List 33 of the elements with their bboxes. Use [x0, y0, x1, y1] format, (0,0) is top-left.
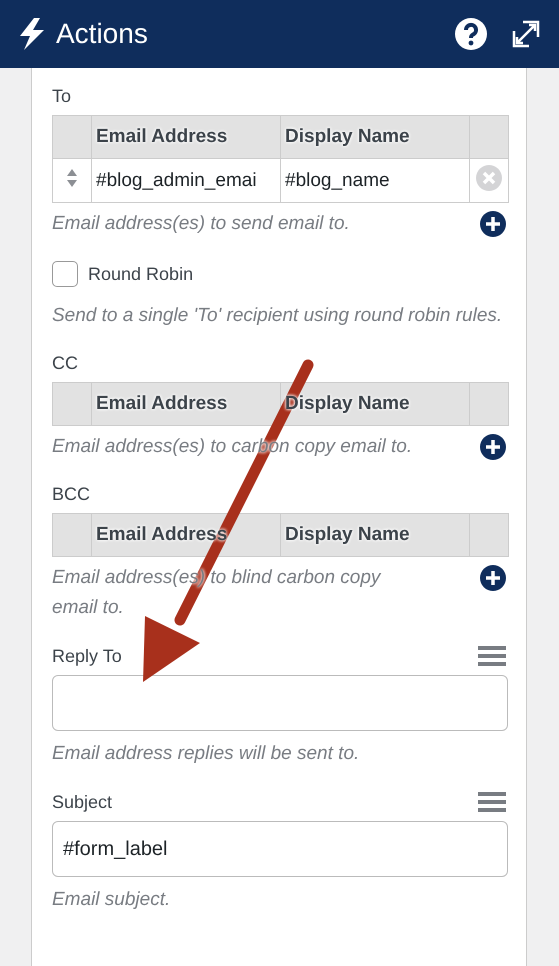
table-header	[52, 382, 92, 426]
input-field[interactable]: #form_label	[52, 821, 508, 877]
table-cell[interactable]: #blog_admin_emai	[92, 158, 280, 202]
checkbox[interactable]	[52, 261, 78, 287]
column-header: Email Address	[92, 116, 280, 158]
help-icon[interactable]	[455, 18, 487, 50]
menu-icon[interactable]	[478, 791, 506, 813]
column-header: Email Address	[92, 382, 280, 426]
input-field[interactable]	[52, 675, 508, 731]
field-label: BCC	[52, 484, 92, 505]
column-header: Display Name	[280, 514, 470, 556]
table-header	[470, 514, 508, 556]
table-header	[52, 514, 92, 556]
field-label: Subject	[52, 792, 112, 812]
checkbox-label: Round Robin	[88, 264, 194, 284]
table-cell[interactable]: #blog_name	[280, 158, 470, 202]
field-label: To	[52, 86, 72, 107]
field-label: CC	[52, 353, 79, 374]
add-icon[interactable]	[480, 211, 506, 237]
panel-title: Actions	[56, 18, 149, 50]
column-header: Display Name	[280, 116, 470, 158]
table-header	[470, 382, 508, 426]
lightning-icon	[18, 18, 46, 50]
menu-icon[interactable]	[478, 645, 506, 667]
field-label: Reply To	[52, 646, 122, 666]
help-text: Email address replies will be sent to.	[52, 742, 360, 766]
help-text: Email subject.	[52, 888, 170, 912]
add-icon[interactable]	[480, 565, 506, 591]
add-icon[interactable]	[480, 434, 506, 460]
help-text: Email address(es) to send email to.	[52, 212, 350, 236]
help-text: Send to a single 'To' recipient using round robin rules.	[52, 305, 502, 326]
sort-handle-icon[interactable]	[67, 168, 77, 186]
expand-icon[interactable]	[511, 19, 541, 49]
